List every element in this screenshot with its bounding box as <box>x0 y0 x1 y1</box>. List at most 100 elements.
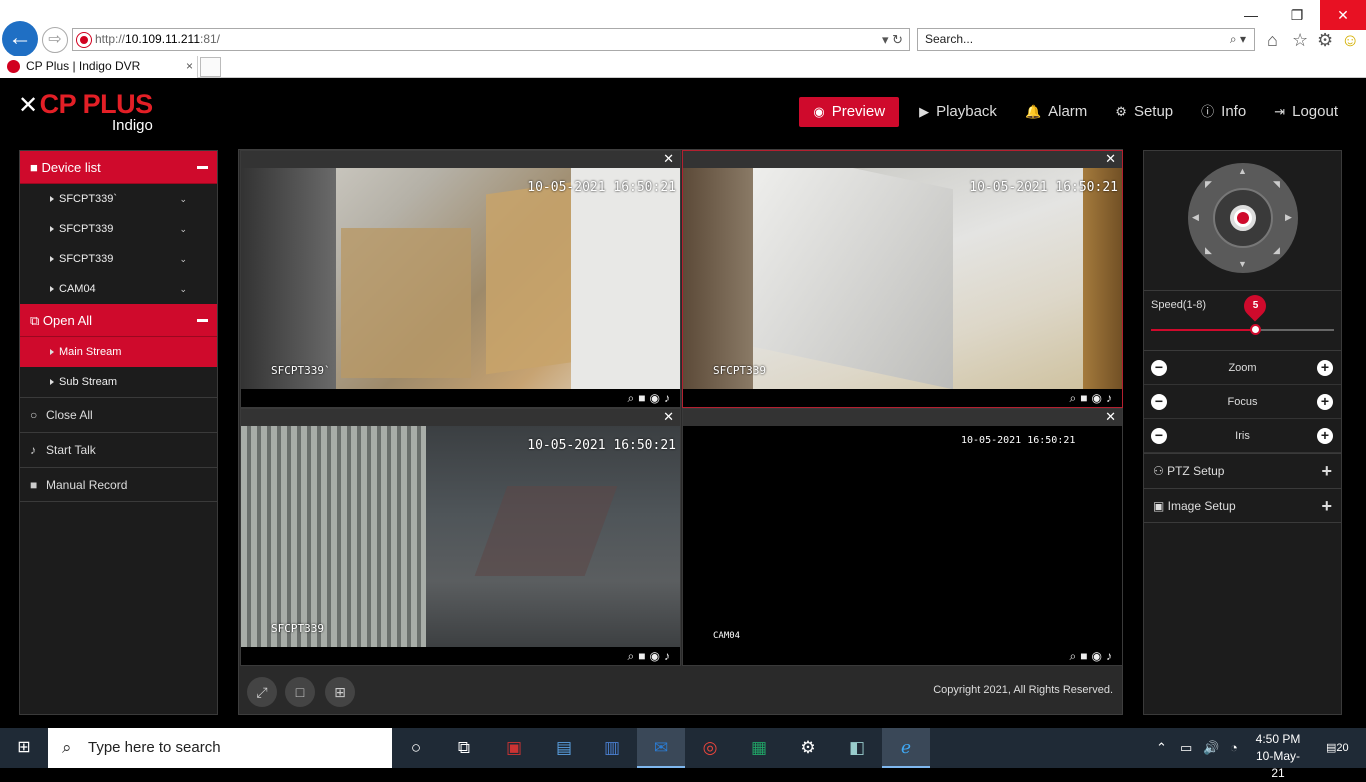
tray-chevron-icon[interactable]: ⌃ <box>1156 728 1167 768</box>
device-item[interactable]: CAM04 ⌄ <box>20 274 217 304</box>
chevron-down-icon[interactable]: ⌄ <box>179 244 187 274</box>
arrow-left-icon[interactable]: ◀ <box>1192 212 1199 223</box>
camera-feed[interactable]: 10-05-2021 16:50:21 SFCPT339 <box>683 168 1122 390</box>
tab-close-icon[interactable]: × <box>186 56 193 77</box>
single-view-icon[interactable]: □ <box>285 677 315 707</box>
home-icon[interactable]: ⌂ <box>1267 30 1278 51</box>
image-setup-row[interactable]: ▣ Image Setup + <box>1144 488 1341 523</box>
arrow-up-icon[interactable]: ▲ <box>1238 166 1247 176</box>
speed-slider-handle[interactable] <box>1250 324 1262 335</box>
expand-plus-icon[interactable]: + <box>1321 489 1332 524</box>
internet-explorer-icon[interactable]: ℯ <box>882 728 930 768</box>
nav-alarm[interactable]: 🔔 Alarm <box>1017 97 1095 127</box>
fullscreen-icon[interactable]: ⤢ <box>247 677 277 707</box>
search-icon[interactable]: ⌕ ▾ <box>1230 29 1246 50</box>
cortana-icon[interactable]: ○ <box>392 728 440 768</box>
focus-minus-icon[interactable]: − <box>1151 394 1167 410</box>
camera-feed[interactable]: 10-05-2021 16:50:21 SFCPT339` <box>241 168 680 390</box>
device-item[interactable]: SFCPT339` ⌄ <box>20 184 217 214</box>
cell-toolbar[interactable]: ⌕■◉♪ <box>683 647 1122 665</box>
taskbar-clock[interactable]: 4:50 PM 10-May-21 <box>1250 731 1306 782</box>
device-item[interactable]: SFCPT339 ⌄ <box>20 214 217 244</box>
collapse-icon[interactable] <box>197 166 208 169</box>
cell-toolbar[interactable]: ⌕■◉♪ <box>241 647 680 665</box>
arrow-down-icon[interactable]: ▼ <box>1238 259 1247 269</box>
new-tab-button[interactable] <box>200 57 221 77</box>
manual-record-button[interactable]: ■ Manual Record <box>20 467 217 502</box>
browser-tab[interactable]: CP Plus | Indigo DVR × <box>0 56 198 78</box>
refresh-icon[interactable]: ▾ ↻ <box>882 29 903 50</box>
minimize-button[interactable]: — <box>1228 0 1274 30</box>
windows-start-icon[interactable]: ⊞ <box>0 728 48 768</box>
sub-stream-item[interactable]: Sub Stream <box>20 367 217 397</box>
speed-slider[interactable]: 5 <box>1151 290 1334 335</box>
close-icon[interactable]: ✕ <box>663 151 674 167</box>
arrow-right-icon[interactable]: ▶ <box>1285 212 1292 223</box>
iris-plus-icon[interactable]: + <box>1317 428 1333 444</box>
outlook-icon[interactable]: ✉ <box>637 728 685 768</box>
nav-logout[interactable]: ⇥ Logout <box>1266 97 1346 127</box>
video-cell-1[interactable]: ✕ 10-05-2021 16:50:21 SFCPT339` ⌕■◉♪ <box>240 150 681 408</box>
cell-toolbar[interactable]: ⌕■◉♪ <box>683 389 1122 407</box>
nav-setup[interactable]: ⚙ Setup <box>1107 97 1181 127</box>
back-button[interactable]: ← <box>2 21 38 57</box>
chevron-down-icon[interactable]: ⌄ <box>179 214 187 244</box>
news-app-icon[interactable]: ▤ <box>540 728 588 768</box>
tally-app-icon[interactable]: ▥ <box>588 728 636 768</box>
iris-label: Iris <box>1235 430 1250 442</box>
video-cell-2[interactable]: ✕ 10-05-2021 16:50:21 SFCPT339 ⌕■◉♪ <box>682 150 1123 408</box>
close-icon[interactable]: ✕ <box>1105 409 1116 425</box>
forward-button[interactable]: ⇨ <box>42 27 68 53</box>
arrow-up-left-icon[interactable]: ◤ <box>1205 179 1212 190</box>
close-window-button[interactable]: ✕ <box>1320 0 1366 30</box>
arrow-up-right-icon[interactable]: ◥ <box>1273 179 1280 190</box>
camera-feed[interactable]: 10-05-2021 16:50:21 CAM04 <box>683 426 1122 648</box>
open-all-header[interactable]: ⧉ Open All <box>20 304 217 337</box>
iris-minus-icon[interactable]: − <box>1151 428 1167 444</box>
network-icon[interactable]: ◔ <box>1230 728 1238 768</box>
excel-icon[interactable]: ▦ <box>735 728 783 768</box>
ptz-direction-wheel[interactable]: ▲ ▼ ◀ ▶ ◤ ◥ ◣ ◢ <box>1188 163 1298 273</box>
video-cell-3[interactable]: ✕ 10-05-2021 16:50:21 SFCPT339 ⌕■◉♪ <box>240 408 681 666</box>
video-cell-4[interactable]: ✕ 10-05-2021 16:50:21 CAM04 ⌕■◉♪ <box>682 408 1123 666</box>
focus-plus-icon[interactable]: + <box>1317 394 1333 410</box>
smiley-feedback-icon[interactable]: ☺ <box>1341 30 1359 51</box>
arrow-down-right-icon[interactable]: ◢ <box>1273 245 1280 256</box>
nav-info[interactable]: ⓘ Info <box>1193 97 1254 127</box>
nav-playback[interactable]: ▶ Playback <box>911 97 1005 127</box>
address-bar[interactable]: http://10.109.11.211:81/ ▾ ↻ <box>72 28 910 51</box>
ptz-center-button[interactable] <box>1230 205 1256 231</box>
taskbar-search-input[interactable]: ⌕ Type here to search <box>48 728 392 768</box>
chevron-down-icon[interactable]: ⌄ <box>179 184 187 214</box>
start-talk-button[interactable]: ♪ Start Talk <box>20 432 217 467</box>
close-icon[interactable]: ✕ <box>1105 151 1116 167</box>
close-all-button[interactable]: ○ Close All <box>20 397 217 432</box>
notifications-icon[interactable]: ▤20 <box>1326 728 1349 768</box>
chrome-icon[interactable]: ◎ <box>686 728 734 768</box>
battery-icon[interactable]: ▭ <box>1180 728 1192 768</box>
zoom-out-icon[interactable]: − <box>1151 360 1167 376</box>
close-icon[interactable]: ✕ <box>663 409 674 425</box>
arrow-down-left-icon[interactable]: ◣ <box>1205 245 1212 256</box>
camera-feed[interactable]: 10-05-2021 16:50:21 SFCPT339 <box>241 426 680 648</box>
nav-preview[interactable]: ◉ Preview <box>799 97 900 127</box>
chevron-down-icon[interactable]: ⌄ <box>179 274 187 304</box>
quad-view-icon[interactable]: ⊞ <box>325 677 355 707</box>
task-view-icon[interactable]: ⧉ <box>440 728 488 768</box>
settings-icon[interactable]: ⚙ <box>784 728 832 768</box>
volume-icon[interactable]: 🔊 <box>1203 728 1219 768</box>
device-item[interactable]: SFCPT339 ⌄ <box>20 244 217 274</box>
device-list-header[interactable]: ■ Device list <box>20 151 217 184</box>
collapse-icon[interactable] <box>197 319 208 322</box>
cell-toolbar[interactable]: ⌕■◉♪ <box>241 389 680 407</box>
zoom-in-icon[interactable]: + <box>1317 360 1333 376</box>
ptz-setup-row[interactable]: ⚇ PTZ Setup + <box>1144 453 1341 488</box>
expand-plus-icon[interactable]: + <box>1321 454 1332 489</box>
restore-button[interactable]: ❐ <box>1274 0 1320 30</box>
main-stream-item[interactable]: Main Stream <box>20 337 217 367</box>
favorites-star-icon[interactable]: ☆ <box>1292 30 1308 51</box>
settings-gear-icon[interactable]: ⚙ <box>1317 30 1333 51</box>
app-launcher-icon[interactable]: ◧ <box>833 728 881 768</box>
app-icon[interactable]: ▣ <box>490 728 538 768</box>
browser-search-input[interactable]: Search... ⌕ ▾ <box>917 28 1255 51</box>
